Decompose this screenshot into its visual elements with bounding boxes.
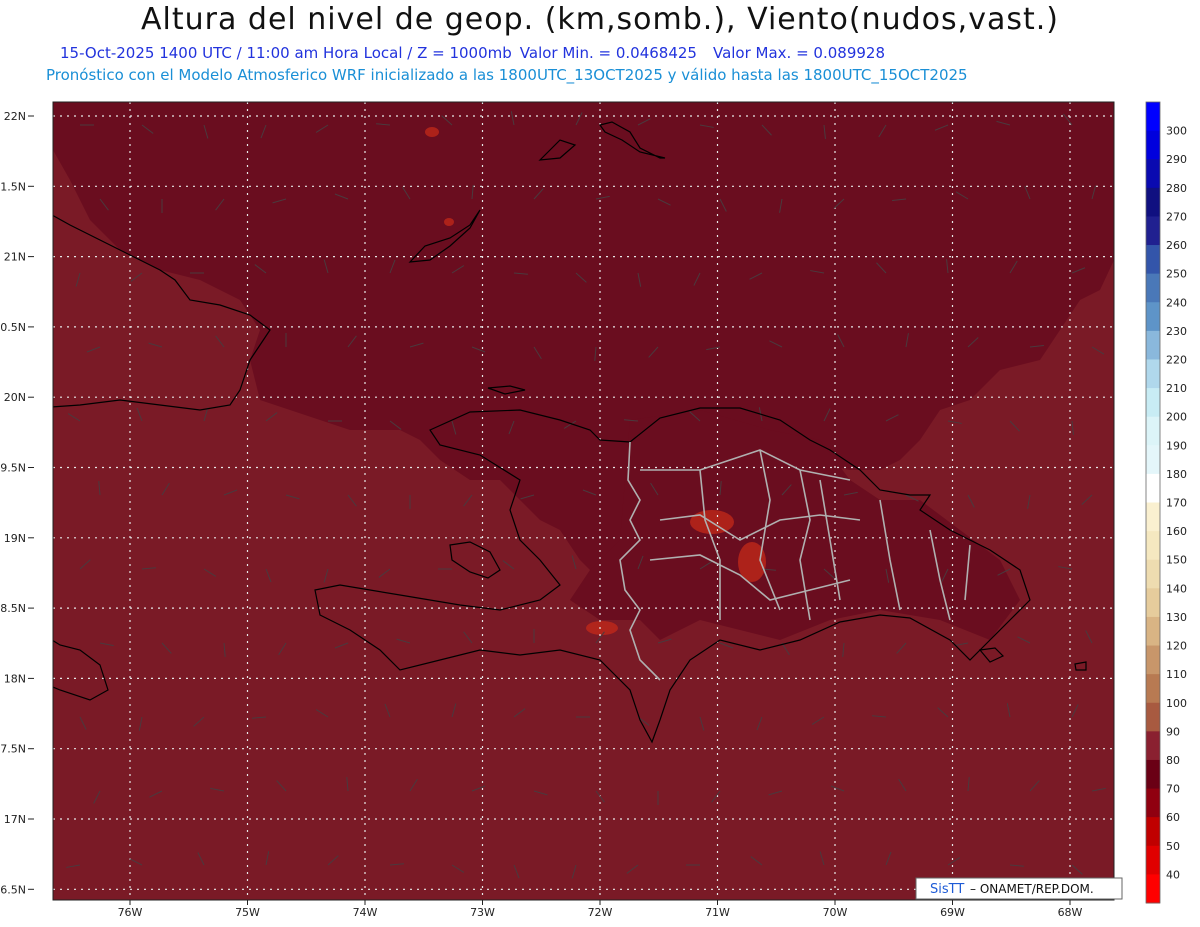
colorbar-segment	[1146, 359, 1160, 389]
colorbar	[1145, 101, 1161, 904]
lon-label: 71W	[705, 906, 730, 919]
colorbar-segment	[1146, 245, 1160, 275]
map-canvas: 22N 1.5N 21N 0.5N 20N 9.5N 19N 8.5N 18N 7.5N 17N 6.…	[0, 101, 1187, 919]
colorbar-segment	[1146, 588, 1160, 618]
lon-label: 75W	[235, 906, 260, 919]
colorbar-segment	[1146, 531, 1160, 561]
colorbar-segment	[1146, 616, 1160, 647]
colorbar-segment	[1146, 130, 1160, 160]
colorbar-segment	[1146, 674, 1160, 704]
colorbar-label: 60	[1166, 811, 1180, 824]
colorbar-segment	[1146, 216, 1160, 246]
lat-label: 7.5N	[0, 743, 26, 756]
colorbar-label: 240	[1166, 296, 1187, 309]
colorbar-segment	[1146, 273, 1160, 303]
colorbar-label: 260	[1166, 239, 1187, 252]
lat-label: 1.5N	[0, 180, 26, 193]
lat-label: 18N	[4, 672, 26, 685]
colorbar-label: 190	[1166, 439, 1187, 452]
hotspot-3	[586, 621, 618, 635]
lon-label: 74W	[353, 906, 378, 919]
colorbar-segment	[1146, 187, 1160, 217]
colorbar-segment	[1146, 788, 1160, 818]
colorbar-label: 120	[1166, 640, 1187, 653]
colorbar-label: 160	[1166, 525, 1187, 538]
lon-label: 72W	[588, 906, 613, 919]
colorbar-segment	[1146, 874, 1160, 904]
lat-label: 17N	[4, 813, 26, 826]
longitude-labels: 76W 75W 74W 73W 72W 71W 70W 69W 68W	[118, 900, 1083, 919]
colorbar-label: 250	[1166, 268, 1187, 281]
colorbar-label: 280	[1166, 182, 1187, 195]
colorbar-label: 80	[1166, 754, 1180, 767]
colorbar-label: 150	[1166, 554, 1187, 567]
colorbar-label: 90	[1166, 725, 1180, 738]
colorbar-label: 270	[1166, 210, 1187, 223]
lon-label: 73W	[470, 906, 495, 919]
colorbar-segment	[1146, 759, 1160, 790]
credit-org: – ONAMET/REP.DOM.	[970, 882, 1094, 896]
colorbar-segment	[1146, 102, 1160, 132]
credit-brand: SisTT	[930, 882, 964, 897]
colorbar-label: 230	[1166, 325, 1187, 338]
lat-label: 8.5N	[0, 602, 26, 615]
colorbar-segment	[1146, 845, 1160, 875]
lat-label: 21N	[4, 251, 26, 264]
lat-label: 0.5N	[0, 321, 26, 334]
colorbar-label: 70	[1166, 783, 1180, 796]
colorbar-label: 300	[1166, 125, 1187, 138]
colorbar-segment	[1146, 731, 1160, 761]
colorbar-segment	[1146, 559, 1160, 589]
lat-label: 19N	[4, 532, 26, 545]
colorbar-segment	[1146, 388, 1160, 418]
lat-label: 20N	[4, 391, 26, 404]
hotspot-4	[425, 127, 439, 137]
colorbar-label: 40	[1166, 868, 1180, 881]
lon-label: 68W	[1058, 906, 1083, 919]
latitude-labels: 22N 1.5N 21N 0.5N 20N 9.5N 19N 8.5N 18N 7.5N 17N 6.…	[0, 110, 34, 896]
hotspot-5	[444, 218, 454, 226]
colorbar-segment	[1146, 473, 1160, 503]
colorbar-label: 100	[1166, 697, 1187, 710]
colorbar-segment	[1146, 416, 1160, 446]
colorbar-segment	[1146, 817, 1160, 847]
colorbar-labels: 300 290 280 270 260 250 240 230 220 210 200 190 180 1…	[1166, 125, 1187, 882]
colorbar-segment	[1146, 502, 1160, 532]
colorbar-label: 140	[1166, 582, 1187, 595]
colorbar-label: 50	[1166, 840, 1180, 853]
colorbar-label: 170	[1166, 497, 1187, 510]
lon-label: 69W	[940, 906, 965, 919]
colorbar-segment	[1146, 330, 1160, 360]
colorbar-label: 130	[1166, 611, 1187, 624]
colorbar-segment	[1146, 445, 1160, 475]
colorbar-label: 180	[1166, 468, 1187, 481]
colorbar-label: 110	[1166, 668, 1187, 681]
colorbar-segment	[1146, 645, 1160, 675]
forecast-field	[53, 102, 1114, 900]
lon-label: 70W	[823, 906, 848, 919]
lat-label: 22N	[4, 110, 26, 123]
lon-label: 76W	[118, 906, 143, 919]
colorbar-segment	[1146, 302, 1160, 332]
colorbar-label: 200	[1166, 411, 1187, 424]
lat-label: 6.5N	[0, 883, 26, 896]
credit-box: SisTT – ONAMET/REP.DOM.	[915, 877, 1123, 900]
colorbar-label: 290	[1166, 153, 1187, 166]
colorbar-segment	[1146, 702, 1160, 732]
colorbar-label: 220	[1166, 353, 1187, 366]
lat-label: 9.5N	[0, 462, 26, 475]
colorbar-label: 210	[1166, 382, 1187, 395]
colorbar-segment	[1146, 159, 1160, 189]
